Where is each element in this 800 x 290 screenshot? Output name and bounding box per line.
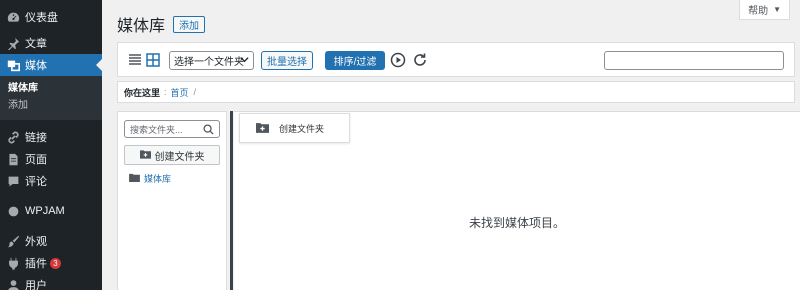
menu-label: 文章 (25, 38, 47, 50)
refresh-icon[interactable] (412, 52, 428, 68)
plugin-icon (6, 256, 20, 270)
folder-panel: 搜索文件夹... 创建文件夹 媒体库 (117, 111, 227, 290)
menu-label: 外观 (25, 236, 47, 248)
menu-label: 用户 (25, 280, 47, 290)
folder-item-media-library[interactable]: 媒体库 (129, 172, 171, 185)
help-label: 帮助 (748, 6, 769, 17)
folder-plus-icon (256, 122, 269, 135)
menu-item-wpjam[interactable]: WPJAM (0, 200, 102, 222)
breadcrumb-home-link[interactable]: 首页 (171, 86, 189, 99)
menu-label: 页面 (25, 154, 47, 166)
page-title: 媒体库 (117, 18, 166, 35)
menu-label: 媒体 (25, 60, 47, 72)
menu-item-plugins[interactable]: 插件 3 (0, 252, 102, 274)
media-icon (6, 58, 20, 72)
folder-select[interactable]: 选择一个文件夹 (169, 51, 254, 70)
submenu-item-library[interactable]: 媒体库 (0, 80, 102, 97)
menu-item-comments[interactable]: 评论 (0, 170, 102, 192)
page-icon (6, 152, 20, 166)
link-icon (6, 130, 20, 144)
breadcrumb-separator: / (193, 87, 197, 97)
media-search-input[interactable] (604, 51, 784, 70)
menu-label: WPJAM (25, 205, 65, 217)
main-content: 帮助 ▼ 媒体库 添加 选择一个文件夹 批量选择 排序/过滤 你在这里 : 首页… (102, 0, 800, 290)
media-content-area: 创建文件夹 未找到媒体项目。 (234, 111, 800, 290)
folder-search-placeholder: 搜索文件夹... (130, 124, 183, 135)
menu-item-links[interactable]: 链接 (0, 126, 102, 148)
menu-item-pages[interactable]: 页面 (0, 148, 102, 170)
menu-item-dashboard[interactable]: 仪表盘 (0, 6, 102, 28)
help-tab[interactable]: 帮助 ▼ (739, 0, 790, 20)
menu-label: 评论 (25, 176, 47, 188)
grid-view-icon[interactable] (146, 53, 160, 67)
submenu-item-add[interactable]: 添加 (0, 97, 102, 114)
new-folder-label: 创建文件夹 (279, 123, 325, 134)
folder-label: 媒体库 (144, 174, 172, 184)
plugin-update-badge: 3 (50, 257, 61, 269)
breadcrumb-prefix: 你在这里 (124, 87, 161, 98)
breadcrumb-colon: : (164, 87, 167, 97)
play-icon[interactable] (390, 52, 406, 68)
media-submenu: 媒体库 添加 (0, 76, 102, 120)
admin-sidebar: 仪表盘 文章 媒体 媒体库 添加 链接 页面 评论 WPJAM 外观 插件 3 … (0, 0, 102, 290)
chevron-down-icon: ▼ (773, 5, 781, 14)
menu-label: 插件 (25, 258, 47, 270)
panel-resize-handle[interactable] (230, 111, 233, 290)
breadcrumb: 你在这里 : 首页 / (117, 81, 795, 103)
menu-item-media[interactable]: 媒体 (0, 54, 102, 76)
folder-plus-icon (139, 149, 151, 162)
add-media-button[interactable]: 添加 (173, 15, 206, 33)
menu-item-appearance[interactable]: 外观 (0, 230, 102, 252)
menu-item-posts[interactable]: 文章 (0, 32, 102, 54)
menu-label: 仪表盘 (25, 12, 58, 24)
dashboard-icon (6, 10, 20, 24)
media-toolbar: 选择一个文件夹 批量选择 排序/过滤 (117, 42, 795, 77)
list-view-icon[interactable] (128, 53, 142, 67)
pin-icon (6, 36, 20, 50)
comment-icon (6, 174, 20, 188)
page-header: 媒体库 添加 (117, 12, 206, 36)
create-folder-label: 创建文件夹 (154, 151, 205, 163)
folder-search-input[interactable]: 搜索文件夹... (124, 120, 220, 138)
search-icon[interactable] (203, 124, 214, 137)
chevron-down-icon (240, 55, 249, 67)
empty-state-message: 未找到媒体项目。 (468, 216, 565, 230)
menu-item-users[interactable]: 用户 (0, 274, 102, 290)
folder-icon (129, 173, 140, 184)
create-folder-button[interactable]: 创建文件夹 (124, 145, 220, 165)
menu-label: 链接 (25, 132, 47, 144)
folder-select-value: 选择一个文件夹 (174, 57, 244, 68)
brush-icon (6, 234, 20, 248)
user-icon (6, 278, 20, 290)
wpjam-icon (6, 204, 20, 218)
sort-filter-button[interactable]: 排序/过滤 (325, 51, 385, 70)
bulk-select-button[interactable]: 批量选择 (261, 51, 313, 70)
new-folder-card[interactable]: 创建文件夹 (239, 113, 350, 143)
